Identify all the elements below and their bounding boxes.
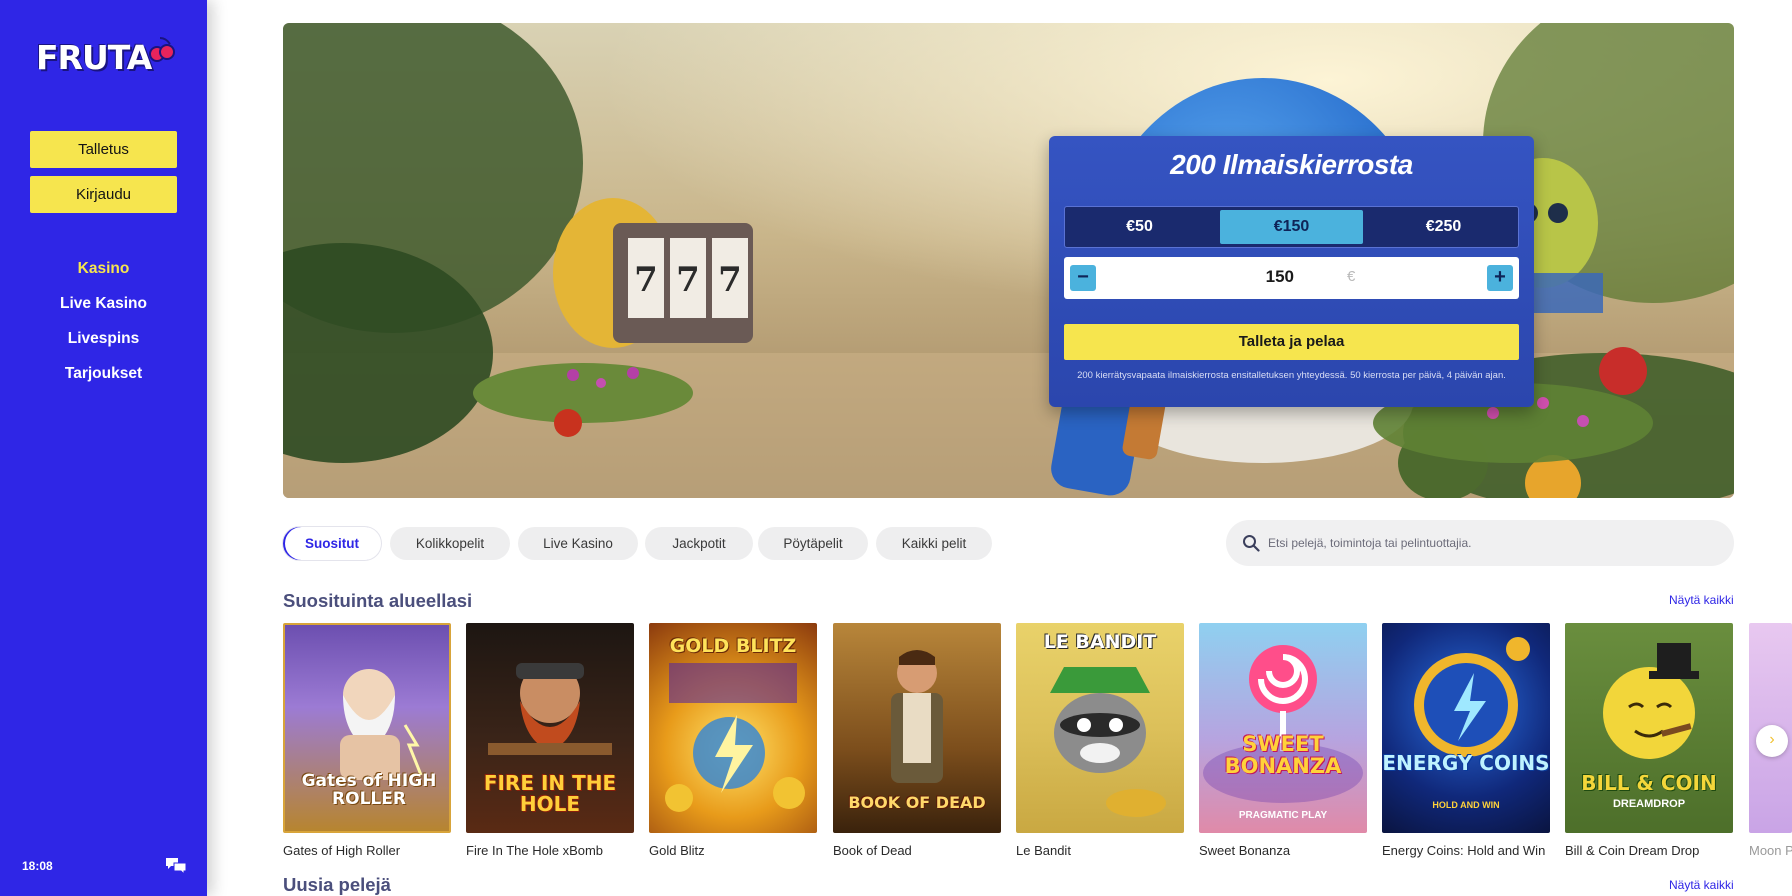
- see-all-popular-link[interactable]: Näytä kaikki: [1669, 593, 1734, 607]
- welcome-offer-panel: 200 Ilmaiskierrosta €50 €150 €250 − 150 …: [1049, 136, 1534, 407]
- game-provider: PRAGMATIC PLAY: [1238, 810, 1328, 821]
- raccoon-illustration: [1050, 667, 1166, 817]
- amount-option-50[interactable]: €50: [1068, 210, 1211, 244]
- amount-option-150[interactable]: €150: [1220, 210, 1363, 244]
- promo-title: 200 Ilmaiskierrosta: [1049, 149, 1534, 181]
- game-search: [1226, 520, 1734, 566]
- see-all-new-link[interactable]: Näytä kaikki: [1669, 878, 1734, 892]
- game-thumbnail: GOLD BLITZ: [649, 623, 817, 833]
- tab-suositut[interactable]: Suositut: [283, 527, 381, 560]
- game-subtitle: HOLD AND WIN: [1432, 800, 1500, 810]
- logo-text: FRUTA: [36, 38, 152, 77]
- game-title: Energy Coins: Hold and Win: [1382, 843, 1546, 858]
- game-title: Fire In The Hole xBomb: [466, 843, 604, 858]
- search-icon: [1243, 535, 1260, 552]
- game-thumbnail: LE BANDIT: [1016, 623, 1184, 833]
- section-title-popular: Suosituinta alueellasi: [283, 590, 473, 611]
- svg-text:7: 7: [718, 260, 742, 300]
- game-card-le-bandit[interactable]: LE BANDIT Le Bandit: [1016, 623, 1184, 858]
- hero-banner: 7 7 7 200 Ilmaiskierrosta €50 €150 €250: [283, 23, 1734, 498]
- game-title: Gold Blitz: [649, 843, 705, 858]
- cherry-icon: [149, 37, 175, 62]
- deposit-amount-value[interactable]: 150: [1214, 267, 1294, 287]
- plus-button[interactable]: +: [1487, 265, 1513, 291]
- sidebar-item-livespins[interactable]: Livespins: [0, 330, 207, 348]
- tab-kaikki-pelit[interactable]: Kaikki pelit: [876, 527, 992, 560]
- game-logo: ENERGY COINS: [1382, 751, 1550, 775]
- chat-icon[interactable]: [165, 857, 187, 875]
- carousel-next-button[interactable]: ›: [1756, 725, 1788, 757]
- game-thumbnail: SWEET BONANZA PRAGMATIC PLAY: [1199, 623, 1367, 833]
- game-card-sweet-bonanza[interactable]: SWEET BONANZA PRAGMATIC PLAY Sweet Bonan…: [1199, 623, 1367, 858]
- game-logo: Gates of HIGH ROLLER: [301, 771, 437, 809]
- fruta-logo[interactable]: FRUTA: [34, 36, 175, 80]
- game-title: Bill & Coin Dream Drop: [1565, 843, 1700, 858]
- game-logo: SWEET BONANZA: [1224, 732, 1342, 779]
- sidebar-item-kasino[interactable]: Kasino: [0, 260, 207, 278]
- svg-text:7: 7: [634, 260, 658, 300]
- game-card-bill-and-coin[interactable]: BILL & COIN DREAMDROP Bill & Coin Dream …: [1565, 623, 1733, 858]
- game-title: Sweet Bonanza: [1199, 843, 1291, 858]
- game-card-gates-of-high-roller[interactable]: Gates of HIGH ROLLER Gates of High Rolle…: [283, 623, 451, 858]
- game-logo: GOLD BLITZ: [669, 635, 797, 657]
- game-card-energy-coins[interactable]: ENERGY COINS HOLD AND WIN Energy Coins: …: [1382, 623, 1550, 858]
- game-logo: FIRE IN THE HOLE: [483, 771, 617, 816]
- amount-option-250[interactable]: €250: [1372, 210, 1515, 244]
- game-subtitle: DREAMDROP: [1612, 798, 1686, 810]
- deposit-and-play-button[interactable]: Talleta ja pelaa: [1064, 324, 1519, 360]
- game-thumbnail: Gates of HIGH ROLLER: [283, 623, 451, 833]
- currency-symbol: €: [1347, 268, 1356, 285]
- sidebar: FRUTA Talletus Kirjaudu Kasino Live Kasi…: [0, 0, 207, 896]
- tab-poytapelit[interactable]: Pöytäpelit: [758, 527, 868, 560]
- game-card-gold-blitz[interactable]: GOLD BLITZ Gold Blitz: [649, 623, 817, 858]
- promo-title-text: Ilmaiskierrosta: [1222, 149, 1414, 180]
- tab-live-kasino[interactable]: Live Kasino: [518, 527, 638, 560]
- deposit-button[interactable]: Talletus: [30, 131, 177, 168]
- game-title: Gates of High Roller: [283, 843, 401, 858]
- lollipop-illustration: [1203, 645, 1363, 803]
- game-thumbnail: ENERGY COINS HOLD AND WIN: [1382, 623, 1550, 833]
- game-title: Le Bandit: [1016, 843, 1071, 858]
- search-input[interactable]: [1268, 528, 1708, 558]
- section-title-new: Uusia pelejä: [283, 874, 391, 895]
- chevron-right-icon: ›: [1769, 731, 1775, 748]
- game-thumbnail: FIRE IN THE HOLE: [466, 623, 634, 833]
- game-logo: BILL & COIN: [1581, 771, 1717, 795]
- login-button[interactable]: Kirjaudu: [30, 176, 177, 213]
- sidebar-item-tarjoukset[interactable]: Tarjoukset: [0, 365, 207, 383]
- promo-title-number: 200: [1170, 149, 1216, 180]
- tab-jackpotit[interactable]: Jackpotit: [645, 527, 753, 560]
- game-card-fire-in-the-hole[interactable]: FIRE IN THE HOLE Fire In The Hole xBomb: [466, 623, 634, 858]
- sidebar-item-live-kasino[interactable]: Live Kasino: [0, 295, 207, 313]
- minus-button[interactable]: −: [1070, 265, 1096, 291]
- game-thumbnail: BOOK OF DEAD: [833, 623, 1001, 833]
- deposit-amount-stepper: − 150 € +: [1064, 257, 1519, 299]
- promo-terms: 200 kierrätysvapaata ilmaiskierrosta ens…: [1077, 370, 1506, 381]
- clock: 18:08: [22, 859, 53, 873]
- game-thumbnail: BILL & COIN DREAMDROP: [1565, 623, 1733, 833]
- game-logo: LE BANDIT: [1043, 631, 1157, 653]
- amount-selector: €50 €150 €250: [1064, 206, 1519, 248]
- game-card-book-of-dead[interactable]: BOOK OF DEAD Book of Dead: [833, 623, 1001, 858]
- game-title: Book of Dead: [833, 843, 912, 858]
- tab-kolikkopelit[interactable]: Kolikkopelit: [390, 527, 510, 560]
- svg-text:7: 7: [676, 260, 700, 300]
- game-logo: BOOK OF DEAD: [848, 793, 986, 812]
- game-title: Moon Princess: [1749, 843, 1792, 858]
